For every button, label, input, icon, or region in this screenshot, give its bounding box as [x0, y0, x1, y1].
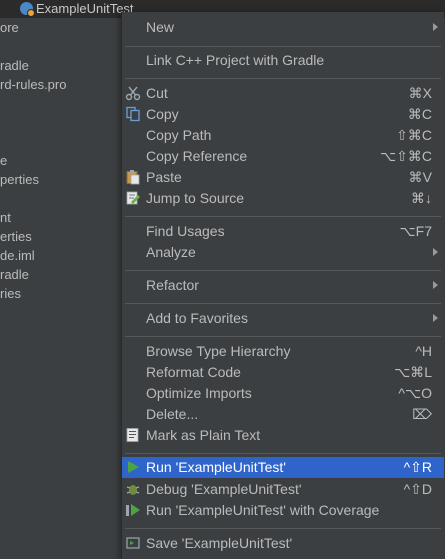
copy-icon	[125, 106, 141, 122]
menu-item-new[interactable]: New	[122, 17, 444, 38]
submenu-arrow-icon	[433, 23, 438, 31]
menu-item-analyze[interactable]: Analyze	[122, 242, 444, 263]
shortcut-label: ⌘C	[407, 106, 432, 122]
menu-item-paste[interactable]: Paste ⌘V	[122, 167, 444, 188]
shortcut-label: ^H	[415, 343, 432, 359]
menu-item-reformat-code[interactable]: Reformat Code ⌥⌘L	[122, 362, 444, 383]
menu-item-label: Copy	[146, 106, 179, 122]
coverage-icon	[125, 502, 141, 518]
menu-separator	[125, 336, 441, 337]
scissors-icon	[125, 85, 141, 101]
editor-tab-title[interactable]: ExampleUnitTest	[36, 1, 134, 16]
menu-item-label: Paste	[146, 169, 182, 185]
shortcut-label: ⌥⌘L	[394, 364, 432, 380]
menu-item-label: Browse Type Hierarchy	[146, 343, 291, 359]
jump-to-source-icon	[125, 190, 141, 206]
menu-item-label: Run 'ExampleUnitTest'	[146, 459, 286, 475]
tree-item[interactable]: nt	[0, 210, 11, 225]
menu-separator	[125, 270, 441, 271]
tree-item[interactable]: radle	[0, 267, 29, 282]
menu-item-mark-as-plain-text[interactable]: Mark as Plain Text	[122, 425, 444, 446]
menu-item-optimize-imports[interactable]: Optimize Imports ^⌥O	[122, 383, 444, 404]
tree-item[interactable]: de.iml	[0, 248, 35, 263]
menu-item-debug[interactable]: Debug 'ExampleUnitTest' ^⇧D	[122, 479, 444, 500]
menu-separator	[125, 46, 441, 47]
debug-icon	[125, 481, 141, 497]
save-config-icon	[125, 535, 141, 551]
menu-item-copy-reference[interactable]: Copy Reference ⌥⇧⌘C	[122, 146, 444, 167]
shortcut-label: ⇧⌘C	[396, 127, 432, 143]
shortcut-label: ⌘↓	[411, 190, 432, 206]
submenu-arrow-icon	[433, 248, 438, 256]
menu-item-label: Optimize Imports	[146, 385, 252, 401]
menu-separator	[125, 78, 441, 79]
menu-item-delete[interactable]: Delete... ⌦	[122, 404, 444, 425]
menu-item-label: New	[146, 19, 175, 35]
menu-item-label: Debug 'ExampleUnitTest'	[146, 481, 302, 497]
menu-item-jump-to-source[interactable]: Jump to Source ⌘↓	[122, 188, 444, 209]
context-menu: New Link C++ Project with Gradle Cut ⌘X …	[121, 12, 444, 559]
menu-item-label: Mark as Plain Text	[146, 427, 261, 443]
shortcut-label: ^⇧R	[403, 459, 432, 475]
shortcut-label: ⌥F7	[399, 223, 432, 239]
menu-item-add-to-favorites[interactable]: Add to Favorites	[122, 308, 444, 329]
plain-text-icon	[125, 427, 141, 443]
menu-item-run-with-coverage[interactable]: Run 'ExampleUnitTest' with Coverage	[122, 500, 444, 521]
menu-item-refactor[interactable]: Refactor	[122, 275, 444, 296]
menu-item-label: Refactor	[146, 277, 199, 293]
run-icon	[125, 459, 141, 475]
menu-item-label: Delete...	[146, 406, 199, 422]
menu-item-label: Add to Favorites	[146, 310, 248, 326]
tree-item[interactable]: e	[0, 153, 7, 168]
menu-item-label: Run 'ExampleUnitTest' with Coverage	[146, 502, 380, 518]
menu-item-save-configuration[interactable]: Save 'ExampleUnitTest'	[122, 533, 444, 554]
menu-item-cut[interactable]: Cut ⌘X	[122, 83, 444, 104]
paste-icon	[125, 169, 141, 185]
menu-item-label: Save 'ExampleUnitTest'	[146, 535, 293, 551]
shortcut-label: ^⌥O	[398, 385, 432, 401]
tree-item[interactable]: rd-rules.pro	[0, 77, 66, 92]
tree-item[interactable]: ries	[0, 286, 21, 301]
tree-item[interactable]: perties	[0, 172, 39, 187]
menu-item-label: Cut	[146, 85, 168, 101]
menu-item-label: Link C++ Project with Gradle	[146, 52, 325, 68]
menu-item-label: Copy Path	[146, 127, 212, 143]
submenu-arrow-icon	[433, 281, 438, 289]
menu-item-link-cpp-project[interactable]: Link C++ Project with Gradle	[122, 50, 444, 71]
menu-separator	[125, 528, 441, 529]
shortcut-label: ⌘X	[408, 85, 432, 101]
test-class-icon	[20, 2, 35, 17]
shortcut-label: ⌘V	[408, 169, 432, 185]
submenu-arrow-icon	[433, 314, 438, 322]
menu-item-label: Analyze	[146, 244, 196, 260]
menu-item-browse-type-hierarchy[interactable]: Browse Type Hierarchy ^H	[122, 341, 444, 362]
tree-item[interactable]: erties	[0, 229, 32, 244]
menu-item-run[interactable]: Run 'ExampleUnitTest' ^⇧R	[122, 457, 444, 478]
menu-item-label: Copy Reference	[146, 148, 248, 164]
menu-item-label: Jump to Source	[146, 190, 245, 206]
menu-separator	[125, 216, 441, 217]
menu-item-label: Find Usages	[146, 223, 225, 239]
menu-separator	[125, 303, 441, 304]
tree-item[interactable]: radle	[0, 58, 29, 73]
menu-item-copy[interactable]: Copy ⌘C	[122, 104, 444, 125]
shortcut-label: ^⇧D	[403, 481, 432, 497]
menu-item-find-usages[interactable]: Find Usages ⌥F7	[122, 221, 444, 242]
menu-item-label: Reformat Code	[146, 364, 241, 380]
menu-item-copy-path[interactable]: Copy Path ⇧⌘C	[122, 125, 444, 146]
shortcut-label: ⌦	[412, 406, 432, 422]
menu-separator	[125, 453, 441, 454]
shortcut-label: ⌥⇧⌘C	[380, 148, 432, 164]
tree-item[interactable]: ore	[0, 20, 19, 35]
